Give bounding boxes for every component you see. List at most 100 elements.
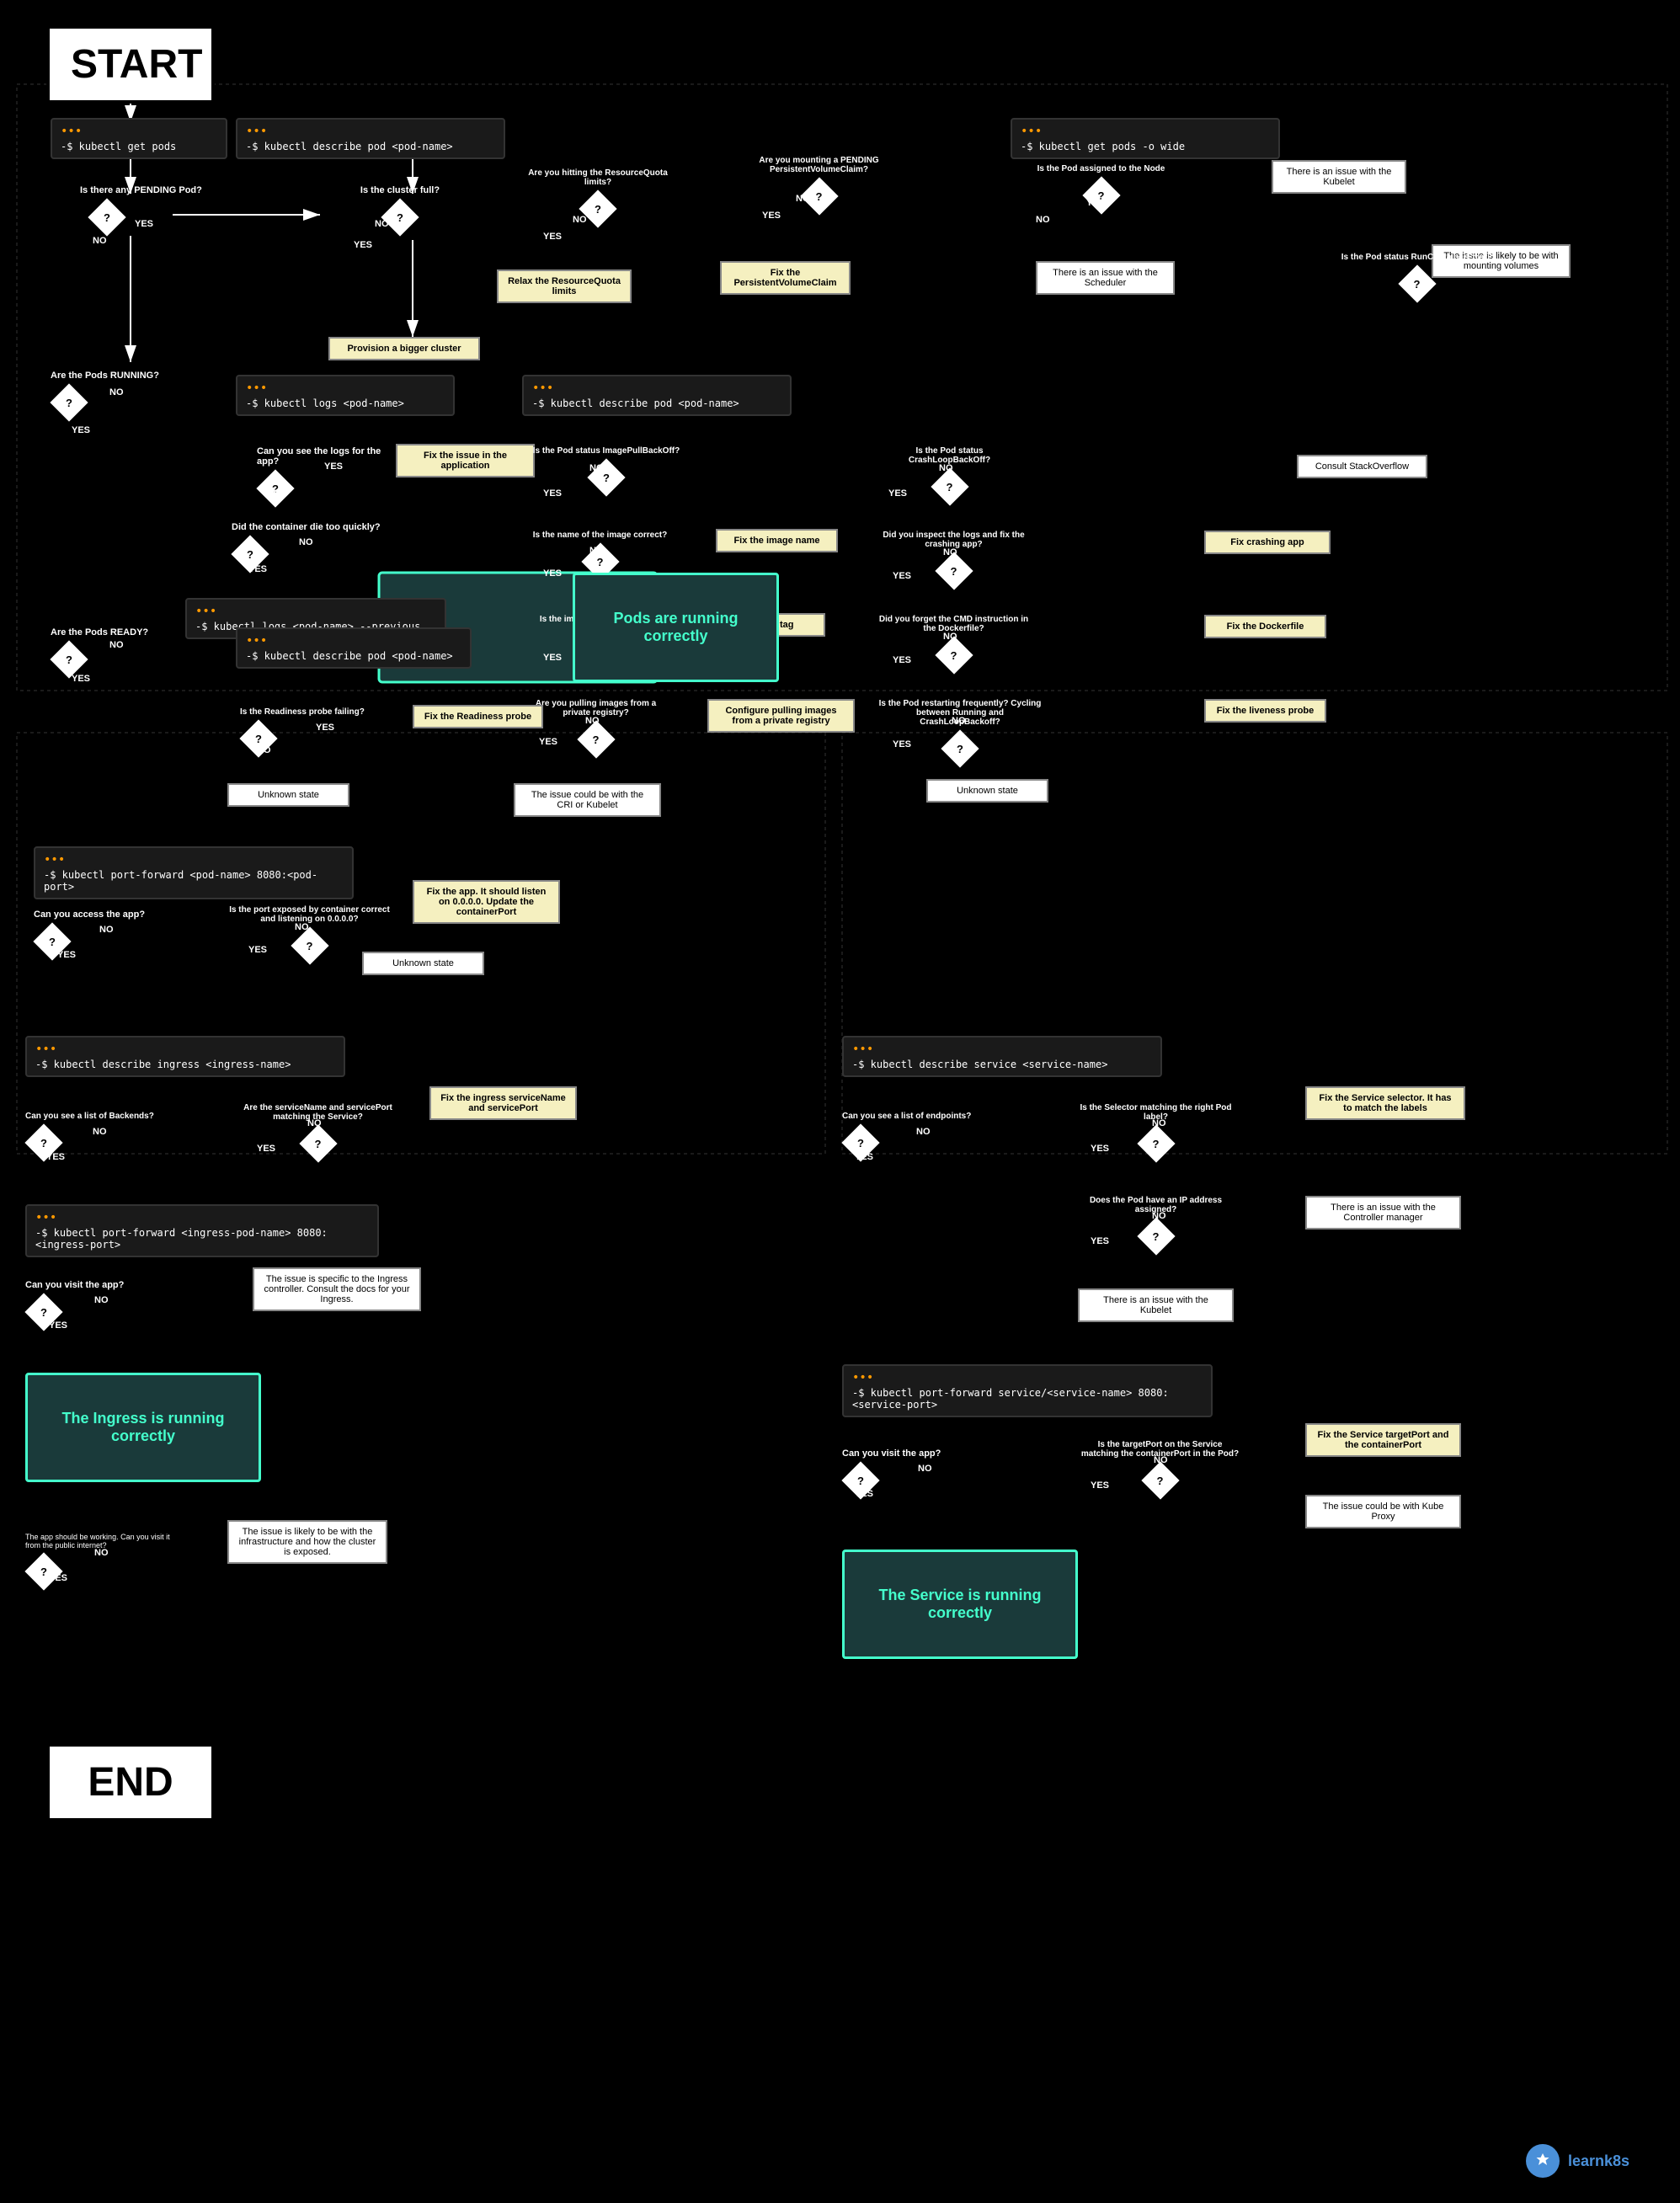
info-kube-proxy: The issue could be with Kube Proxy (1305, 1495, 1461, 1528)
decision-visit-ingress: Can you visit the app? ? (25, 1280, 164, 1331)
no-crash: NO (939, 463, 953, 473)
logo: learnk8s (1526, 2144, 1629, 2178)
no-selector: NO (1152, 1118, 1166, 1128)
yes-svcname: YES (257, 1144, 275, 1154)
yes-restart: YES (893, 739, 911, 749)
yes-logs: YES (324, 461, 343, 472)
decision-resource-quota: Are you hitting the ResourceQuota limits… (522, 168, 674, 227)
yes-selector: YES (1091, 1144, 1109, 1154)
yes-visit-ingress: YES (49, 1320, 67, 1331)
action-fix-crashing: Fix crashing app (1204, 531, 1331, 554)
cmd-describe-ready: -$ kubectl describe pod <pod-name> (236, 627, 472, 669)
cmd-port-forward: -$ kubectl port-forward <pod-name> 8080:… (34, 846, 354, 899)
no-pullback: NO (589, 463, 604, 473)
yes-target: YES (1091, 1480, 1109, 1491)
no-cmd: NO (943, 632, 957, 642)
yes-pvc: YES (762, 211, 781, 221)
yes-public: YES (49, 1573, 67, 1583)
info-ingress-controller: The issue is specific to the Ingress con… (253, 1267, 421, 1311)
start-box: START (46, 25, 215, 104)
yes-running: YES (72, 425, 90, 435)
no-endpoints: NO (916, 1127, 931, 1137)
no-died: NO (299, 537, 313, 547)
no-assigned: NO (1036, 215, 1050, 225)
cmd-logs: -$ kubectl logs <pod-name> (236, 375, 455, 416)
yes-inspected: YES (893, 571, 911, 581)
result-ingress-running: The Ingress is running correctly (25, 1373, 261, 1482)
cmd-describe-pod-top: -$ kubectl describe pod <pod-name> (236, 118, 505, 159)
yes-readiness: YES (316, 723, 334, 733)
cmd-get-pods: -$ kubectl get pods (51, 118, 227, 159)
no-readiness: NO (257, 745, 271, 755)
cmd-describe-ingress: -$ kubectl describe ingress <ingress-nam… (25, 1036, 345, 1077)
no-imgname: NO (589, 546, 604, 556)
no-logs: NO (274, 488, 288, 499)
result-pods-running: Pods are running correctly (573, 573, 779, 682)
no-port: NO (295, 922, 309, 932)
decision-runcontainer: Is the Pod status RunContainerError? ? (1339, 253, 1495, 302)
decision-pods-ready: Are the Pods READY? ? (51, 627, 189, 678)
no-inspected: NO (943, 547, 957, 557)
action-fix-selector: Fix the Service selector. It has to matc… (1305, 1086, 1465, 1120)
action-configure-registry: Configure pulling images from a private … (707, 699, 855, 733)
no-running: NO (109, 387, 124, 397)
yes-registry: YES (539, 737, 557, 747)
yes-backends: YES (46, 1152, 65, 1162)
yes-cluster: YES (354, 240, 372, 250)
cmd-port-forward-ingress: -$ kubectl port-forward <ingress-pod-nam… (25, 1204, 379, 1257)
yes-access: YES (57, 950, 76, 960)
cmd-describe-pod-mid: -$ kubectl describe pod <pod-name> (522, 375, 792, 416)
info-unknown-state-2: Unknown state (227, 783, 349, 807)
action-fix-app: Fix the issue in the application (396, 444, 535, 477)
no-ready: NO (109, 640, 124, 650)
action-provision-cluster: Provision a bigger cluster (328, 337, 480, 360)
info-infra: The issue is likely to be with the infra… (227, 1520, 387, 1564)
info-cri-kubelet: The issue could be with the CRI or Kubel… (514, 783, 661, 817)
action-fix-dockerfile: Fix the Dockerfile (1204, 615, 1326, 638)
info-issue-scheduler: There is an issue with the Scheduler (1036, 261, 1175, 295)
yes-died: YES (248, 564, 267, 574)
decision-mounting-pvc: Are you mounting a PENDING PersistentVol… (741, 156, 897, 215)
yes-port: YES (248, 945, 267, 955)
action-fix-pvc: Fix the PersistentVolumeClaim (720, 261, 851, 295)
info-unknown-port: Unknown state (362, 952, 484, 975)
logo-text: learnk8s (1568, 2152, 1629, 2170)
action-fix-ingress: Fix the ingress serviceName and serviceP… (429, 1086, 577, 1120)
no-pvc: NO (796, 194, 810, 204)
decision-access-app: Can you access the app? ? (34, 909, 168, 960)
result-service-running: The Service is running correctly (842, 1550, 1078, 1659)
logo-icon (1526, 2144, 1560, 2178)
cmd-get-pods-wide: -$ kubectl get pods -o wide (1011, 118, 1280, 159)
no-pending: NO (93, 236, 107, 246)
no-target: NO (1154, 1455, 1168, 1465)
yes-assigned: YES (1086, 198, 1105, 208)
info-unknown-state-1: Unknown state (926, 779, 1048, 803)
no-visit-service: NO (918, 1464, 932, 1474)
cmd-port-forward-service: -$ kubectl port-forward service/<service… (842, 1364, 1213, 1417)
no-access: NO (99, 925, 114, 935)
yes-tag: YES (543, 653, 562, 663)
action-relax-quota: Relax the ResourceQuota limits (497, 269, 632, 303)
action-fix-image-name: Fix the image name (716, 529, 838, 552)
yes-ready: YES (72, 674, 90, 684)
yes-quota: YES (543, 232, 562, 242)
no-backends: NO (93, 1127, 107, 1137)
yes-visit-service: YES (855, 1489, 873, 1499)
action-fix-readiness: Fix the Readiness probe (413, 705, 543, 728)
no-restart: NO (952, 716, 966, 726)
no-svcname: NO (307, 1118, 322, 1128)
yes-imgname: YES (543, 568, 562, 579)
no-podip: NO (1152, 1211, 1166, 1221)
action-fix-listen: Fix the app. It should listen on 0.0.0.0… (413, 880, 560, 924)
action-fix-liveness: Fix the liveness probe (1204, 699, 1326, 723)
yes-podip: YES (1091, 1236, 1109, 1246)
info-controller: There is an issue with the Controller ma… (1305, 1196, 1461, 1230)
info-stackoverflow: Consult StackOverflow (1297, 455, 1427, 478)
no-public: NO (94, 1548, 109, 1558)
decision-cluster-full: Is the cluster full? ? (328, 185, 472, 236)
no-quota: NO (573, 215, 587, 225)
no-registry: NO (585, 716, 600, 726)
no-cluster: NO (375, 219, 389, 229)
yes-endpoints: YES (855, 1152, 873, 1162)
flowchart-container: START -$ kubectl get pods -$ kubectl des… (0, 0, 1680, 2203)
